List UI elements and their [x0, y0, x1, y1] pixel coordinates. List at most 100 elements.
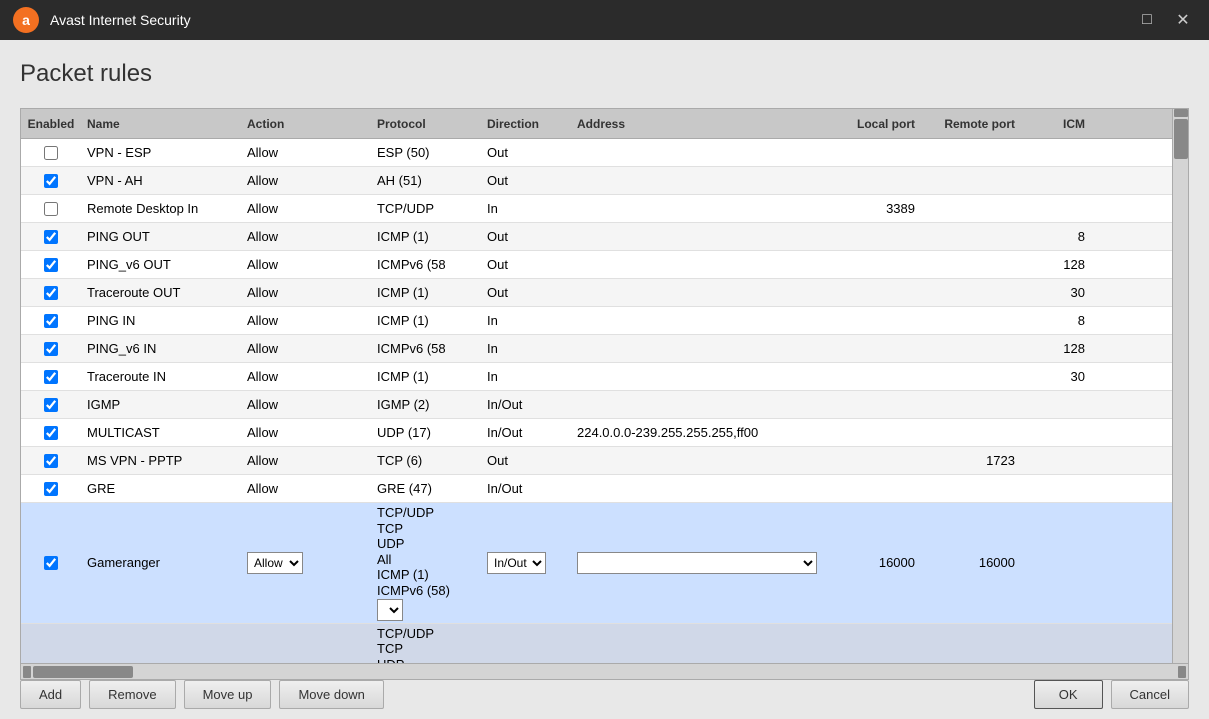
row-remoteport	[921, 431, 1021, 435]
row-icm: 8	[1021, 311, 1091, 330]
row-remoteport	[921, 179, 1021, 183]
row-action[interactable]: AllowBlock	[241, 550, 371, 576]
col-header-protocol: Protocol	[371, 115, 481, 133]
table-row[interactable]: AllowBlockTCP/UDPTCPUDPAllICMP (1)ICMPv6…	[21, 624, 1172, 663]
row-action: Allow	[241, 143, 371, 162]
row-enabled-checkbox[interactable]	[44, 398, 58, 412]
row-name: Gameranger	[81, 553, 241, 572]
table-row[interactable]: PING INAllowICMP (1)In8	[21, 307, 1172, 335]
row-name: Remote Desktop In	[81, 199, 241, 218]
table-row[interactable]: Traceroute OUTAllowICMP (1)Out30	[21, 279, 1172, 307]
row-direction-select[interactable]: In/OutInOut	[487, 552, 546, 574]
row-enabled-checkbox[interactable]	[44, 556, 58, 570]
move-down-button[interactable]: Move down	[279, 680, 383, 709]
table-row[interactable]: VPN - AHAllowAH (51)Out	[21, 167, 1172, 195]
row-remoteport	[921, 487, 1021, 491]
table-row[interactable]: Traceroute INAllowICMP (1)In30	[21, 363, 1172, 391]
row-address-select[interactable]	[577, 552, 817, 574]
row-direction: In	[481, 339, 571, 358]
row-localport	[831, 235, 921, 239]
row-localport: 16000	[831, 553, 921, 572]
row-enabled-checkbox[interactable]	[44, 258, 58, 272]
row-remoteport	[921, 207, 1021, 211]
row-enabled-checkbox[interactable]	[44, 202, 58, 216]
row-name: Traceroute OUT	[81, 283, 241, 302]
table-row[interactable]: PING_v6 OUTAllowICMPv6 (58Out128	[21, 251, 1172, 279]
table-row[interactable]: Gameranger AllowBlock TCP/UDPTCPUDPAllICMP…	[21, 503, 1172, 624]
row-icm	[1021, 561, 1091, 565]
title-bar: a Avast Internet Security □ ✕	[0, 0, 1209, 40]
row-protocol: UDP (17)	[371, 423, 481, 442]
row-remoteport	[921, 291, 1021, 295]
row-address[interactable]	[571, 550, 831, 576]
row-name: PING_v6 IN	[81, 339, 241, 358]
vertical-scrollbar[interactable]	[1172, 109, 1188, 663]
col-header-icm: ICM	[1021, 115, 1091, 133]
row-action: Allow	[241, 171, 371, 190]
row-address	[571, 487, 831, 491]
row-direction: In/Out	[481, 423, 571, 442]
row-enabled-checkbox[interactable]	[44, 370, 58, 384]
row-remoteport	[921, 151, 1021, 155]
row-name: MS VPN - PPTP	[81, 451, 241, 470]
remove-button[interactable]: Remove	[89, 680, 175, 709]
row-action-select[interactable]: AllowBlock	[247, 552, 303, 574]
cancel-button[interactable]: Cancel	[1111, 680, 1189, 709]
row-action: Allow	[241, 479, 371, 498]
row-action: Allow	[241, 227, 371, 246]
row-name: PING_v6 OUT	[81, 255, 241, 274]
close-button[interactable]: ✕	[1169, 6, 1197, 34]
row-enabled-checkbox[interactable]	[44, 482, 58, 496]
col-header-action: Action	[241, 115, 371, 133]
row-enabled-checkbox[interactable]	[44, 342, 58, 356]
row-address	[571, 235, 831, 239]
row-action: Allow	[241, 395, 371, 414]
row-enabled-checkbox[interactable]	[44, 174, 58, 188]
row-enabled-checkbox[interactable]	[44, 286, 58, 300]
add-button[interactable]: Add	[20, 680, 81, 709]
row-action: Allow	[241, 283, 371, 302]
table-row[interactable]: Remote Desktop InAllowTCP/UDPIn3389	[21, 195, 1172, 223]
table-row[interactable]: VPN - ESPAllowESP (50)Out	[21, 139, 1172, 167]
ok-button[interactable]: OK	[1034, 680, 1103, 709]
horizontal-scrollbar[interactable]	[21, 663, 1188, 679]
table-row[interactable]: IGMPAllowIGMP (2)In/Out	[21, 391, 1172, 419]
row-address	[571, 459, 831, 463]
row-icm	[1021, 403, 1091, 407]
col-header-address: Address	[571, 115, 831, 133]
table-row[interactable]: PING_v6 INAllowICMPv6 (58In128	[21, 335, 1172, 363]
row-localport	[831, 291, 921, 295]
row-action: Allow	[241, 255, 371, 274]
row-enabled-checkbox[interactable]	[44, 426, 58, 440]
table-row[interactable]: MULTICASTAllowUDP (17)In/Out224.0.0.0-23…	[21, 419, 1172, 447]
table-row[interactable]: MS VPN - PPTPAllowTCP (6)Out1723	[21, 447, 1172, 475]
row-address: 224.0.0.0-239.255.255.255,ff00	[571, 423, 831, 442]
minimize-button[interactable]: □	[1133, 6, 1161, 34]
row-enabled-checkbox[interactable]	[44, 146, 58, 160]
row-localport	[831, 431, 921, 435]
row-direction: Out	[481, 143, 571, 162]
row-protocol[interactable]: TCP/UDPTCPUDPAllICMP (1)ICMPv6 (58)	[371, 503, 481, 623]
row-protocol: ICMPv6 (58	[371, 339, 481, 358]
row-direction: Out	[481, 451, 571, 470]
row-address	[571, 207, 831, 211]
row-localport: 3389	[831, 199, 921, 218]
col-header-name: Name	[81, 115, 241, 133]
row-action: Allow	[241, 311, 371, 330]
col-header-direction: Direction	[481, 115, 571, 133]
row-action: Allow	[241, 199, 371, 218]
table-row[interactable]: GREAllowGRE (47)In/Out	[21, 475, 1172, 503]
row-enabled-checkbox[interactable]	[44, 314, 58, 328]
row-action: Allow	[241, 423, 371, 442]
row-localport	[831, 319, 921, 323]
row-direction[interactable]: In/OutInOut	[481, 550, 571, 576]
row-protocol-select[interactable]	[377, 599, 403, 621]
row-protocol: ESP (50)	[371, 143, 481, 162]
row-protocol[interactable]: TCP/UDPTCPUDPAllICMP (1)ICMPv6 (58)	[371, 624, 481, 663]
row-direction: Out	[481, 255, 571, 274]
row-icm: 128	[1021, 255, 1091, 274]
row-enabled-checkbox[interactable]	[44, 230, 58, 244]
move-up-button[interactable]: Move up	[184, 680, 272, 709]
table-row[interactable]: PING OUTAllowICMP (1)Out8	[21, 223, 1172, 251]
row-enabled-checkbox[interactable]	[44, 454, 58, 468]
